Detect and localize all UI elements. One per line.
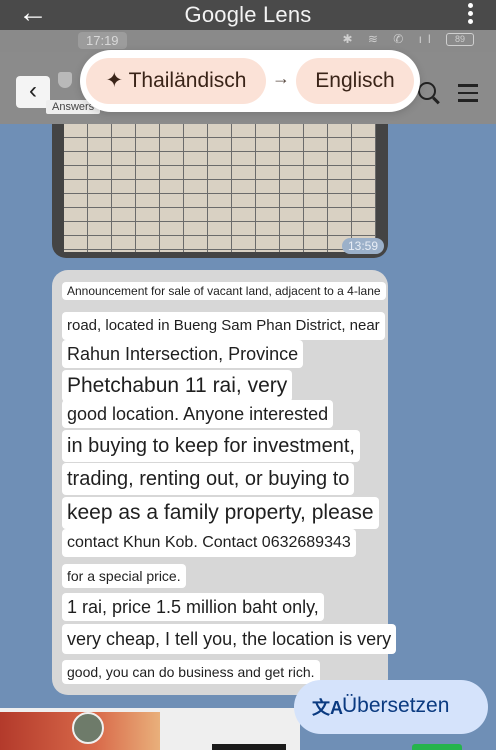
translated-line: contact Khun Kob. Contact 0632689343	[62, 529, 356, 557]
translated-line: Rahun Intersection, Province	[62, 340, 304, 368]
status-time: 17:19	[78, 32, 127, 49]
chevron-left-icon[interactable]: ‹	[16, 76, 50, 108]
language-arrow-icon: →	[272, 68, 290, 88]
lens-top-bar: ← Google Lens	[0, 0, 496, 30]
translated-line: good, you can do business and get rich.	[62, 660, 320, 684]
bottom-dark-element	[212, 744, 286, 750]
target-language-label: Englisch	[315, 69, 395, 92]
translate-button[interactable]: 文A Übersetzen	[294, 680, 488, 734]
translated-line: 1 rai, price 1.5 million baht only,	[62, 593, 324, 621]
translated-line: Phetchabun 11 rai, very	[62, 370, 293, 402]
translated-line: in buying to keep for investment,	[62, 430, 360, 462]
shield-icon	[58, 72, 72, 88]
translated-line: keep as a family property, please	[62, 497, 379, 529]
translated-line: good location. Anyone interested	[62, 400, 334, 428]
lens-title: Google Lens	[184, 2, 312, 27]
search-icon[interactable]	[418, 82, 436, 100]
translated-line: Announcement for sale of vacant land, ad…	[62, 282, 386, 300]
translate-icon: 文A	[312, 698, 343, 718]
avatar[interactable]	[72, 712, 104, 744]
language-switcher: ✦ Thailändisch → Englisch	[80, 50, 420, 112]
translate-button-label: Übersetzen	[342, 694, 450, 717]
translated-line: road, located in Bueng Sam Phan District…	[62, 312, 385, 340]
more-vertical-icon[interactable]	[468, 3, 474, 27]
sparkle-icon: ✦	[105, 69, 124, 92]
text-message-bubble: Announcement for sale of vacant land, ad…	[52, 270, 397, 695]
translated-line: very cheap, I tell you, the location is …	[62, 624, 397, 654]
bottom-green-element	[412, 744, 462, 750]
hamburger-menu-icon[interactable]	[458, 84, 478, 107]
message-timestamp: 13:59	[342, 238, 385, 254]
image-message[interactable]	[52, 124, 388, 258]
translated-line: for a special price.	[62, 564, 186, 588]
status-icons: ✱ ≋ ✆ ıl 89	[343, 32, 474, 47]
status-bar: 17:19 ✱ ≋ ✆ ıl 89	[0, 30, 496, 52]
translated-line: trading, renting out, or buying to	[62, 463, 355, 495]
source-language-label: Thailändisch	[128, 69, 247, 92]
source-language-chip[interactable]: ✦ Thailändisch	[86, 58, 266, 104]
target-language-chip[interactable]: Englisch	[296, 58, 414, 104]
battery-icon: 89	[446, 33, 474, 47]
lined-paper-photo	[64, 124, 376, 252]
